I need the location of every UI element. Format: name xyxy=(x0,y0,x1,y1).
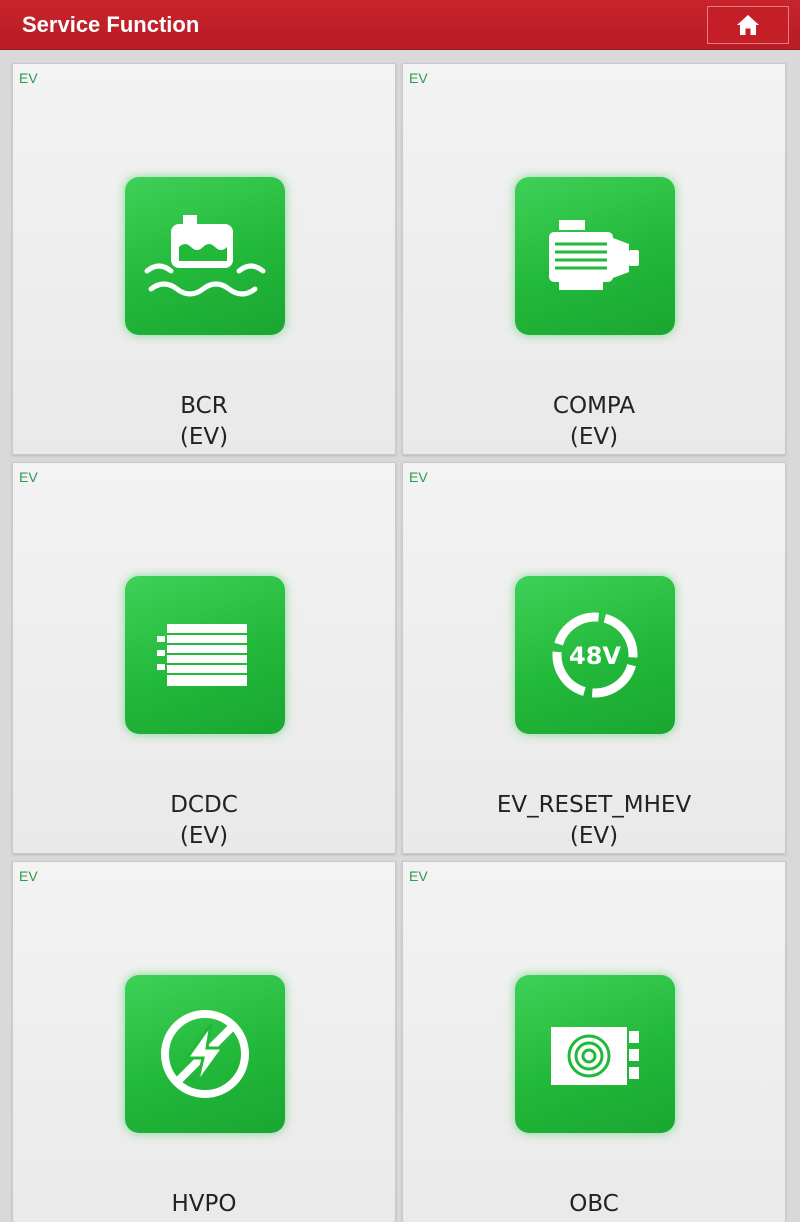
tile-subtitle: (EV) xyxy=(569,823,619,849)
function-tile-ev-reset-mhev[interactable]: EV 48V EV_RESET_MHEV (EV) xyxy=(402,462,786,854)
tile-name: HVPO xyxy=(171,1191,237,1217)
page-title: Service Function xyxy=(22,12,200,37)
battery-voltage-label: 48V xyxy=(569,642,621,670)
tile-subtitle: (EV) xyxy=(179,424,229,450)
tile-label: COMPA (EV) xyxy=(403,391,785,453)
home-button[interactable] xyxy=(707,6,789,44)
compressor-motor-icon xyxy=(515,177,675,335)
tile-name: COMPA xyxy=(552,393,636,419)
tile-tag: EV xyxy=(409,469,428,485)
tile-tag: EV xyxy=(409,70,428,86)
tile-subtitle: (EV) xyxy=(179,823,229,849)
high-voltage-icon xyxy=(125,975,285,1133)
function-tile-obc[interactable]: EV OBC xyxy=(402,861,786,1222)
tile-tag: EV xyxy=(409,868,428,884)
tile-name: EV_RESET_MHEV xyxy=(496,792,692,818)
tile-tag: EV xyxy=(19,868,38,884)
function-tile-hvpo[interactable]: EV HVPO xyxy=(12,861,396,1222)
home-icon xyxy=(737,15,759,35)
onboard-charger-icon xyxy=(515,975,675,1133)
tile-label: BCR (EV) xyxy=(13,391,395,453)
tile-label: DCDC (EV) xyxy=(13,790,395,852)
tile-subtitle: (EV) xyxy=(569,424,619,450)
function-tile-bcr[interactable]: EV BCR (EV) xyxy=(12,63,396,455)
function-tile-dcdc[interactable]: EV DCDC (EV) xyxy=(12,462,396,854)
tile-name: BCR xyxy=(180,393,228,419)
tile-name: OBC xyxy=(569,1191,619,1217)
tile-label: OBC xyxy=(403,1189,785,1220)
tile-tag: EV xyxy=(19,70,38,86)
dcdc-converter-icon xyxy=(125,576,285,734)
coolant-tank-icon xyxy=(125,177,285,335)
tile-label: EV_RESET_MHEV (EV) xyxy=(403,790,785,852)
tile-label: HVPO xyxy=(13,1189,395,1220)
function-tile-compa[interactable]: EV COMPA (EV) xyxy=(402,63,786,455)
tile-name: DCDC xyxy=(170,792,238,818)
48v-battery-icon: 48V xyxy=(515,576,675,734)
tile-tag: EV xyxy=(19,469,38,485)
title-bar: Service Function xyxy=(0,0,800,50)
